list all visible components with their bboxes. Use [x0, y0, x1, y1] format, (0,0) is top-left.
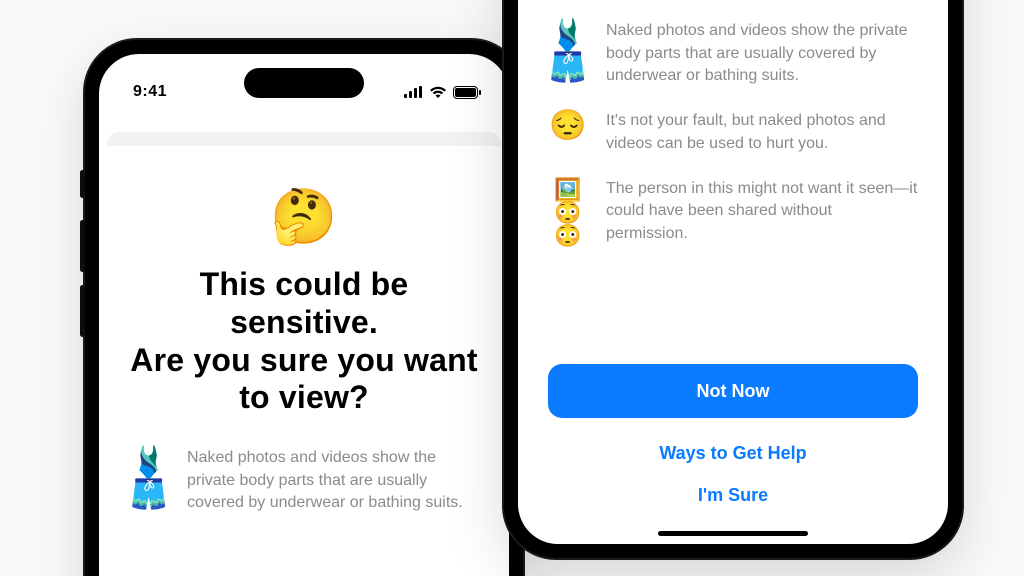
- home-indicator: [658, 531, 808, 536]
- info-row-bathing-suits: 🩱🩳 Naked photos and videos show the priv…: [544, 20, 922, 110]
- battery-icon: [453, 86, 481, 99]
- actions: Not Now Ways to Get Help I'm Sure: [544, 354, 922, 516]
- sensitive-content-sheet-scrolled: 🩱🩳 Naked photos and videos show the priv…: [518, 0, 948, 544]
- status-indicators: [404, 86, 481, 99]
- dynamic-island: [244, 68, 364, 98]
- swimsuit-icon: 🩱🩳: [548, 20, 588, 83]
- sensitive-content-sheet: 🤔 This could be sensitive. Are you sure …: [99, 146, 509, 576]
- cellular-icon: [404, 86, 423, 98]
- framed-picture-icon: 🖼️ 😳😳: [548, 178, 588, 247]
- phone-screen-right: 🩱🩳 Naked photos and videos show the priv…: [518, 0, 948, 544]
- info-row-permission: 🖼️ 😳😳 The person in this might not want …: [544, 178, 922, 269]
- status-time: 9:41: [133, 83, 167, 101]
- pensive-face-icon: 😔: [548, 110, 588, 142]
- volume-down-button: [80, 285, 85, 337]
- im-sure-button[interactable]: I'm Sure: [548, 474, 918, 516]
- ringer-switch: [80, 170, 85, 198]
- info-text-3: The person in this might not want it see…: [606, 178, 918, 246]
- not-now-button[interactable]: Not Now: [548, 364, 918, 418]
- wifi-icon: [429, 86, 447, 98]
- marketing-stage: 9:41 🤔 This could be sensitive. Are you …: [0, 0, 1024, 576]
- swimsuit-icon: 🩱🩳: [129, 447, 169, 510]
- ways-to-get-help-button[interactable]: Ways to Get Help: [548, 432, 918, 474]
- phone-frame-right: 🩱🩳 Naked photos and videos show the priv…: [504, 0, 962, 558]
- info-row-bathing-suits: 🩱🩳 Naked photos and videos show the priv…: [125, 447, 483, 537]
- thinking-face-icon: 🤔: [125, 190, 483, 244]
- info-row-not-your-fault: 😔 It's not your fault, but naked photos …: [544, 110, 922, 177]
- phone-screen-left: 9:41 🤔 This could be sensitive. Are you …: [99, 54, 509, 576]
- info-text-1: Naked photos and videos show the private…: [606, 20, 918, 88]
- info-text-2: It's not your fault, but naked photos an…: [606, 110, 918, 155]
- hero-title: This could be sensitive. Are you sure yo…: [125, 266, 483, 417]
- phone-frame-left: 9:41 🤔 This could be sensitive. Are you …: [85, 40, 523, 576]
- volume-up-button: [80, 220, 85, 272]
- info-text-1: Naked photos and videos show the private…: [187, 447, 479, 515]
